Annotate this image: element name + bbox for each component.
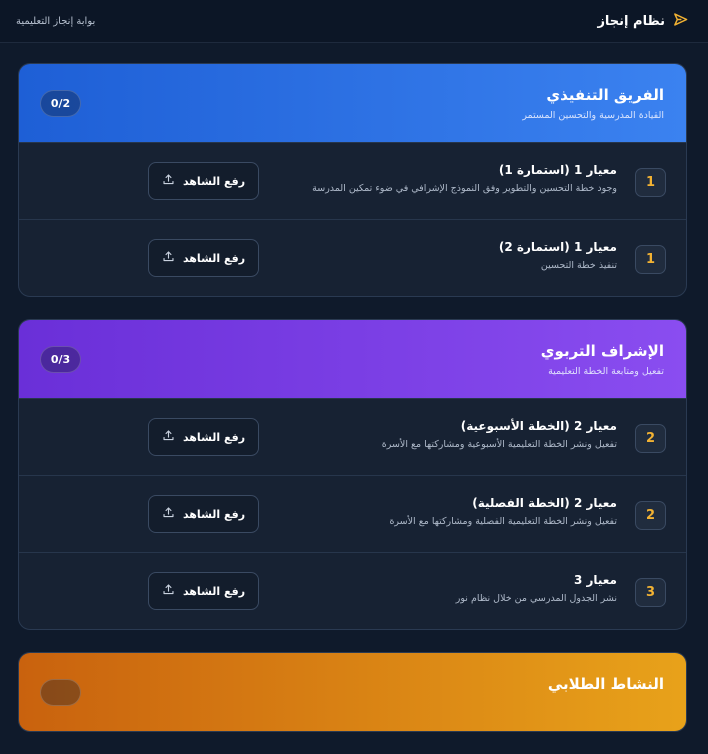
section-subtitle: تفعيل ومتابعة الخطة التعليمية bbox=[548, 366, 664, 377]
criterion-title: معيار 1 (استمارة 1) bbox=[498, 163, 617, 177]
criterion-number-badge: 2 bbox=[635, 501, 666, 530]
upload-evidence-button[interactable]: رفع الشاهد bbox=[148, 495, 259, 533]
section-title: الإشراف التربوي bbox=[540, 342, 664, 360]
upload-button-label: رفع الشاهد bbox=[182, 430, 246, 444]
portal-name: بوابة إنجاز التعليمية bbox=[16, 15, 96, 27]
progress-count-badge: 0/2 bbox=[40, 90, 81, 117]
upload-evidence-button[interactable]: رفع الشاهد bbox=[148, 162, 259, 200]
upload-evidence-button[interactable]: رفع الشاهد bbox=[148, 572, 259, 610]
upload-button-label: رفع الشاهد bbox=[182, 584, 246, 598]
upload-button-label: رفع الشاهد bbox=[182, 174, 246, 188]
criterion-row: 2 معيار 2 (الخطة الأسبوعية) تفعيل ونشر ا… bbox=[19, 398, 686, 475]
top-bar: نظام إنجاز بوابة إنجاز التعليمية bbox=[0, 0, 708, 43]
criterion-number-badge: 1 bbox=[635, 245, 666, 274]
criterion-description: تنفيذ خطة التحسين bbox=[540, 260, 617, 271]
upload-icon bbox=[162, 429, 175, 445]
section-card-executive-team: الفريق التنفيذي القيادة المدرسية والتحسي… bbox=[18, 63, 687, 297]
criterion-description: وجود خطة التحسين والتطوير وفق النموذج ال… bbox=[312, 183, 617, 194]
section-header: الفريق التنفيذي القيادة المدرسية والتحسي… bbox=[19, 64, 686, 142]
upload-icon bbox=[162, 583, 175, 599]
criterion-row: 1 معيار 1 (استمارة 2) تنفيذ خطة التحسين … bbox=[19, 219, 686, 296]
progress-count-badge: 0/3 bbox=[40, 346, 81, 373]
criterion-number-badge: 2 bbox=[635, 424, 666, 453]
section-card-student-activity: النشاط الطلابي bbox=[18, 652, 687, 732]
criterion-title: معيار 3 bbox=[573, 573, 617, 587]
criterion-title: معيار 2 (الخطة الفصلية) bbox=[472, 496, 617, 510]
send-icon bbox=[673, 12, 688, 31]
upload-icon bbox=[162, 506, 175, 522]
section-header: الإشراف التربوي تفعيل ومتابعة الخطة التع… bbox=[19, 320, 686, 398]
section-header: النشاط الطلابي bbox=[19, 653, 686, 731]
upload-icon bbox=[162, 173, 175, 189]
section-subtitle: القيادة المدرسية والتحسين المستمر bbox=[522, 110, 664, 121]
criterion-number-badge: 3 bbox=[635, 578, 666, 607]
brand[interactable]: نظام إنجاز bbox=[597, 12, 688, 31]
criterion-title: معيار 1 (استمارة 2) bbox=[498, 240, 617, 254]
criterion-description: نشر الجدول المدرسي من خلال نظام نور bbox=[455, 593, 617, 604]
criterion-description: تفعيل ونشر الخطة التعليمية الفصلية ومشار… bbox=[389, 516, 617, 527]
upload-button-label: رفع الشاهد bbox=[182, 507, 246, 521]
criterion-row: 2 معيار 2 (الخطة الفصلية) تفعيل ونشر الخ… bbox=[19, 475, 686, 552]
criterion-row: 1 معيار 1 (استمارة 1) وجود خطة التحسين و… bbox=[19, 142, 686, 219]
upload-button-label: رفع الشاهد bbox=[182, 251, 246, 265]
section-title: النشاط الطلابي bbox=[547, 675, 664, 693]
progress-count-badge bbox=[40, 679, 81, 706]
brand-name: نظام إنجاز bbox=[597, 13, 665, 29]
criterion-row: 3 معيار 3 نشر الجدول المدرسي من خلال نظا… bbox=[19, 552, 686, 629]
section-title: الفريق التنفيذي bbox=[546, 86, 664, 104]
upload-icon bbox=[162, 250, 175, 266]
upload-evidence-button[interactable]: رفع الشاهد bbox=[148, 239, 259, 277]
criterion-title: معيار 2 (الخطة الأسبوعية) bbox=[460, 419, 617, 433]
section-card-educational-supervision: الإشراف التربوي تفعيل ومتابعة الخطة التع… bbox=[18, 319, 687, 630]
criterion-number-badge: 1 bbox=[635, 168, 666, 197]
criterion-description: تفعيل ونشر الخطة التعليمية الأسبوعية ومش… bbox=[381, 439, 617, 450]
upload-evidence-button[interactable]: رفع الشاهد bbox=[148, 418, 259, 456]
main-content: الفريق التنفيذي القيادة المدرسية والتحسي… bbox=[18, 63, 687, 754]
